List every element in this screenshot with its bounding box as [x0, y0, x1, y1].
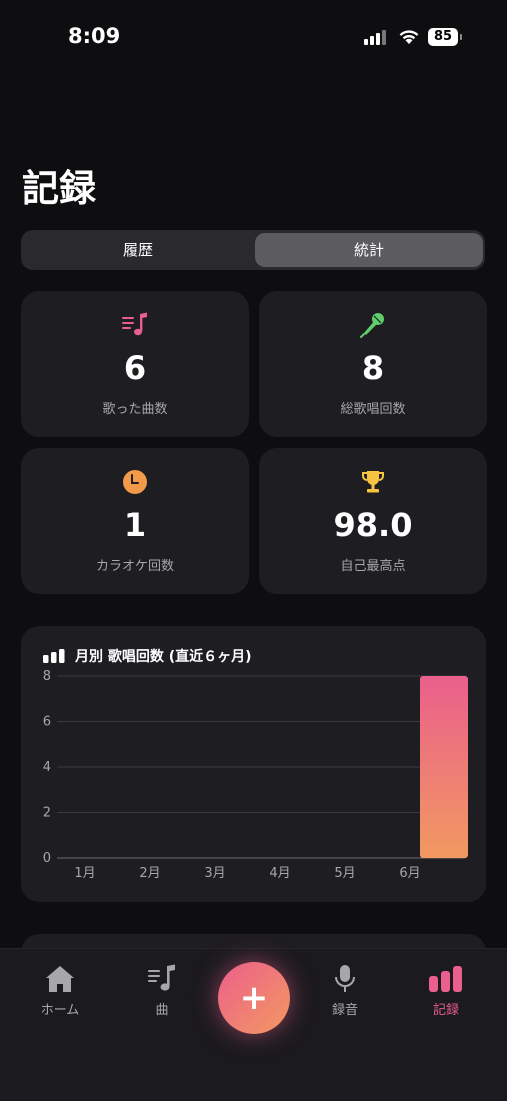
home-icon — [46, 966, 74, 992]
stat-value: 6 — [123, 349, 147, 387]
tab-songs[interactable]: 曲 — [122, 963, 202, 1018]
stat-card-total-sings: 8 総歌唱回数 — [259, 291, 487, 437]
x-tick-label: 1月 — [74, 866, 95, 881]
stat-value: 1 — [123, 506, 147, 544]
battery-icon: 85 — [428, 28, 462, 46]
x-tick-label: 6月 — [399, 866, 420, 881]
tab-label: 録音 — [331, 1003, 358, 1018]
plus-icon: + — [239, 978, 269, 1018]
x-tick-label: 3月 — [204, 866, 225, 881]
stats-icon — [429, 966, 462, 992]
tab-label: 曲 — [155, 1003, 169, 1018]
cellular-signal-icon — [364, 29, 386, 45]
y-tick-label: 4 — [43, 760, 51, 775]
stat-label: 自己最高点 — [340, 559, 406, 574]
music-note-icon — [148, 964, 175, 991]
segmented-control: 履歴 統計 — [21, 230, 485, 270]
monthly-bar-chart: 0 2 4 6 8 1月 2月 3月 4月 5月 6月 — [43, 669, 468, 881]
tab-record[interactable]: 録音 — [305, 963, 385, 1018]
status-time: 8:09 — [68, 24, 121, 48]
tab-label: ホーム — [40, 1003, 80, 1018]
x-tick-label: 2月 — [139, 866, 160, 881]
clock-icon — [123, 470, 147, 494]
x-tick-label: 5月 — [334, 866, 355, 881]
stat-label: 総歌唱回数 — [340, 402, 406, 417]
stat-label: 歌った曲数 — [102, 402, 168, 417]
tab-home[interactable]: ホーム — [20, 963, 100, 1018]
stat-card-best-score: 98.0 自己最高点 — [259, 448, 487, 594]
y-tick-label: 8 — [43, 669, 51, 684]
tab-stats-nav[interactable]: 記録 — [406, 963, 486, 1018]
microphone-icon — [360, 313, 384, 338]
stat-card-songs-sung: 6 歌った曲数 — [21, 291, 249, 437]
add-button[interactable]: + — [218, 962, 290, 1034]
y-tick-label: 6 — [43, 715, 51, 730]
music-list-icon — [122, 312, 147, 336]
stat-value: 8 — [361, 349, 385, 387]
monthly-chart-card: 0 2 4 6 8 1月 2月 3月 4月 5月 6月 月別 歌唱回数 (直近６ヶ月) — [21, 626, 486, 902]
status-bar: 8:09 85 — [0, 0, 507, 76]
status-icons: 85 — [364, 28, 462, 46]
tab-stats[interactable]: 統計 — [255, 233, 483, 267]
y-tick-label: 0 — [43, 851, 51, 866]
stat-label: カラオケ回数 — [95, 559, 174, 574]
bar-chart-icon — [43, 649, 65, 663]
stat-card-karaoke-count: 1 カラオケ回数 — [21, 448, 249, 594]
chart-title: 月別 歌唱回数 (直近６ヶ月) — [75, 649, 252, 665]
stat-value: 98.0 — [333, 506, 413, 544]
trophy-icon — [362, 471, 384, 493]
x-tick-label: 4月 — [269, 866, 290, 881]
tab-history[interactable]: 履歴 — [24, 233, 252, 267]
chart-bar — [420, 676, 468, 858]
y-tick-label: 2 — [43, 806, 51, 821]
microphone-icon — [335, 965, 355, 992]
tab-label: 記録 — [432, 1003, 459, 1018]
page-title: 記録 — [22, 167, 96, 210]
wifi-icon — [399, 30, 419, 44]
